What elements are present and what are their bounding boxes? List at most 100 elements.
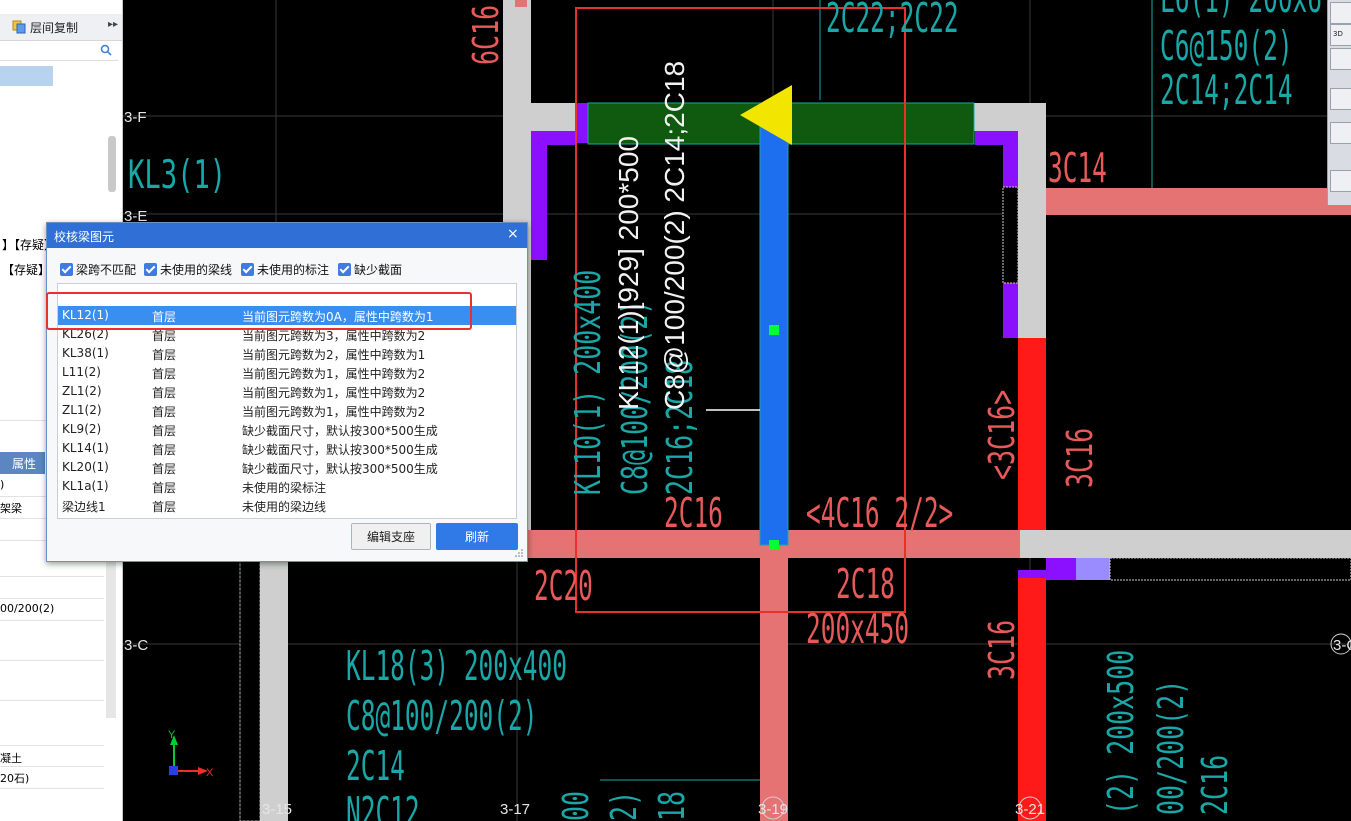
list-item[interactable]: L11(2) 首层 当前图元跨数为1，属性中跨数为2 xyxy=(58,363,516,382)
refresh-button[interactable]: 刷新 xyxy=(436,523,518,550)
annotation-tr-line1: L6(1) 200x6 xyxy=(1160,0,1322,22)
list-item[interactable]: 梁边线1 首层 未使用的梁边线 xyxy=(58,496,516,515)
axis-label-3f: 3-F xyxy=(124,109,147,126)
row-name: KL1a(1) xyxy=(62,479,109,493)
list-item[interactable]: ZL1(2) 首层 当前图元跨数为1，属性中跨数为2 xyxy=(58,401,516,420)
checkbox-label: 缺少截面 xyxy=(354,262,403,277)
table-row xyxy=(0,598,104,599)
row-floor: 首层 xyxy=(152,405,177,419)
selected-beam-label: KL12(1)[929] 200*500 xyxy=(613,136,644,410)
rotate-icon[interactable] xyxy=(1330,122,1351,144)
row-floor: 首层 xyxy=(152,500,177,514)
search-icon[interactable] xyxy=(100,44,112,56)
annotation-2c20: 2C20 xyxy=(534,562,593,609)
row-desc: 缺少截面尺寸，默认按300*500生成 xyxy=(242,443,438,457)
dialog-titlebar[interactable]: 校核梁图元 × xyxy=(47,223,527,248)
checkbox-checked-icon[interactable] xyxy=(144,262,157,276)
table-row xyxy=(0,766,104,767)
floor-copy-icon[interactable] xyxy=(12,20,26,34)
list-item[interactable]: KL38(1) 首层 当前图元跨数为2，属性中跨数为1 xyxy=(58,344,516,363)
floor-copy-button[interactable]: 层间复制 xyxy=(30,19,78,36)
axis-label-3-17: 3-17 xyxy=(500,801,530,818)
annotation-200x450: 200x450 xyxy=(806,605,909,652)
keyboard-icon[interactable] xyxy=(1330,170,1351,192)
annotation-6c16: 6C16 xyxy=(467,5,507,65)
row-floor: 首层 xyxy=(152,367,177,381)
ucs-icon: Y X xyxy=(168,729,214,779)
row-floor: 首层 xyxy=(152,386,177,400)
grid-cell: 00/200(2) xyxy=(0,602,55,615)
axis-label-3c-left: 3-C xyxy=(124,637,148,654)
checkbox-missing-section[interactable]: 缺少截面 xyxy=(338,261,402,277)
row-name: KL9(2) xyxy=(62,422,102,436)
view-3d-button[interactable]: 3D xyxy=(1330,24,1351,46)
checkbox-span-mismatch[interactable]: 梁跨不匹配 xyxy=(60,261,136,277)
row-name: KL38(1) xyxy=(62,346,109,360)
axis-label-3-15: 3-15 xyxy=(262,801,292,818)
annotation-3c16-lower: 3C16 xyxy=(983,620,1023,680)
row-desc: 未使用的梁边线 xyxy=(242,500,327,514)
grid-cell: ) xyxy=(0,478,5,491)
row-desc: 缺少截面尺寸，默认按300*500生成 xyxy=(242,462,438,476)
edit-support-button[interactable]: 编辑支座 xyxy=(351,523,431,550)
axis-label-3c-right: 3-C xyxy=(1333,637,1351,654)
resize-grip-icon[interactable] xyxy=(515,549,523,557)
row-floor: 首层 xyxy=(152,481,177,495)
row-desc: 未使用的梁标注 xyxy=(242,481,327,495)
row-name: ZL1(2) xyxy=(62,403,102,417)
list-item[interactable]: KL14(1) 首层 缺少截面尺寸，默认按300*500生成 xyxy=(58,439,516,458)
annotation-kl18-line2: C8@100/200(2) xyxy=(346,692,537,739)
list-item[interactable]: KL20(1) 首层 缺少截面尺寸，默认按300*500生成 xyxy=(58,458,516,477)
row-name: ZL1(2) xyxy=(62,384,102,398)
annotation-bot-3: 18 xyxy=(653,791,693,821)
row-floor: 首层 xyxy=(152,424,177,438)
annotation-br-line2: 00/200(2) xyxy=(1152,680,1192,815)
annotation-kl18-line4: N2C12 xyxy=(346,788,420,821)
list-item[interactable]: KL9(2) 首层 缺少截面尺寸，默认按300*500生成 xyxy=(58,420,516,439)
list-item[interactable]: ZL1(2) 首层 当前图元跨数为1，属性中跨数为2 xyxy=(58,382,516,401)
checkbox-checked-icon[interactable] xyxy=(338,262,351,276)
property-value-header: 属性值 xyxy=(12,457,37,488)
toolbar-more-icon[interactable]: ▸▸ xyxy=(108,19,118,30)
row-desc: 当前图元跨数为2，属性中跨数为1 xyxy=(242,348,426,362)
ucs-y-label: Y xyxy=(168,729,176,741)
tree-selected-item[interactable] xyxy=(0,66,53,86)
checkbox-unused-annotation[interactable]: 未使用的标注 xyxy=(241,261,329,277)
row-desc: 缺少截面尺寸，默认按300*500生成 xyxy=(242,424,438,438)
annotation-2c18: 2C18 xyxy=(836,560,895,607)
row-name: KL14(1) xyxy=(62,441,109,455)
annotation-3c16-bracket: <3C16> xyxy=(983,390,1023,480)
row-floor: 首层 xyxy=(152,462,177,476)
close-icon[interactable]: × xyxy=(507,226,519,242)
table-row xyxy=(0,660,104,661)
checkbox-checked-icon[interactable] xyxy=(241,262,254,276)
row-name: 梁边线1 xyxy=(62,500,106,514)
tag-line-2: 【存疑】 xyxy=(2,263,51,277)
checkbox-checked-icon[interactable] xyxy=(60,262,73,276)
left-panel-scrollbar[interactable] xyxy=(108,136,116,192)
checkbox-label: 梁跨不匹配 xyxy=(76,262,137,277)
annotation-kl18-line1: KL18(3) 200x400 xyxy=(346,642,567,689)
grid-cell: 凝土 xyxy=(0,752,22,765)
dialog-title: 校核梁图元 xyxy=(54,230,115,244)
table-row xyxy=(0,745,104,746)
row-name: KL20(1) xyxy=(62,460,109,474)
table-row xyxy=(0,788,104,789)
selected-beam-rebar-label: C8@100/200(2) 2C14;2C18 xyxy=(659,61,690,410)
checkbox-unused-beam-line[interactable]: 未使用的梁线 xyxy=(144,261,232,277)
annotation-tr-line2: C6@150(2) xyxy=(1160,22,1293,69)
list-item[interactable]: KL1a(1) 首层 未使用的梁标注 xyxy=(58,477,516,496)
table-row xyxy=(0,620,104,621)
property-grid-header: 属性值 xyxy=(0,452,45,488)
annotation-br-line3: 2C16 xyxy=(1196,755,1236,815)
annotation-br-line1: (2) 200x500 xyxy=(1102,650,1142,815)
grid-cell: 20石) xyxy=(0,772,30,785)
table-row xyxy=(0,576,104,577)
top-view-icon[interactable] xyxy=(1330,48,1351,70)
orbit-icon[interactable] xyxy=(1330,2,1351,24)
ucs-x-label: X xyxy=(206,767,214,779)
annotation-kl10-line1: KL10(1) 200x400 xyxy=(569,270,609,495)
annotation-kl3: KL3(1) xyxy=(128,152,226,197)
box-view-icon[interactable] xyxy=(1330,88,1351,110)
view-3d-label: 3D xyxy=(1333,30,1343,38)
